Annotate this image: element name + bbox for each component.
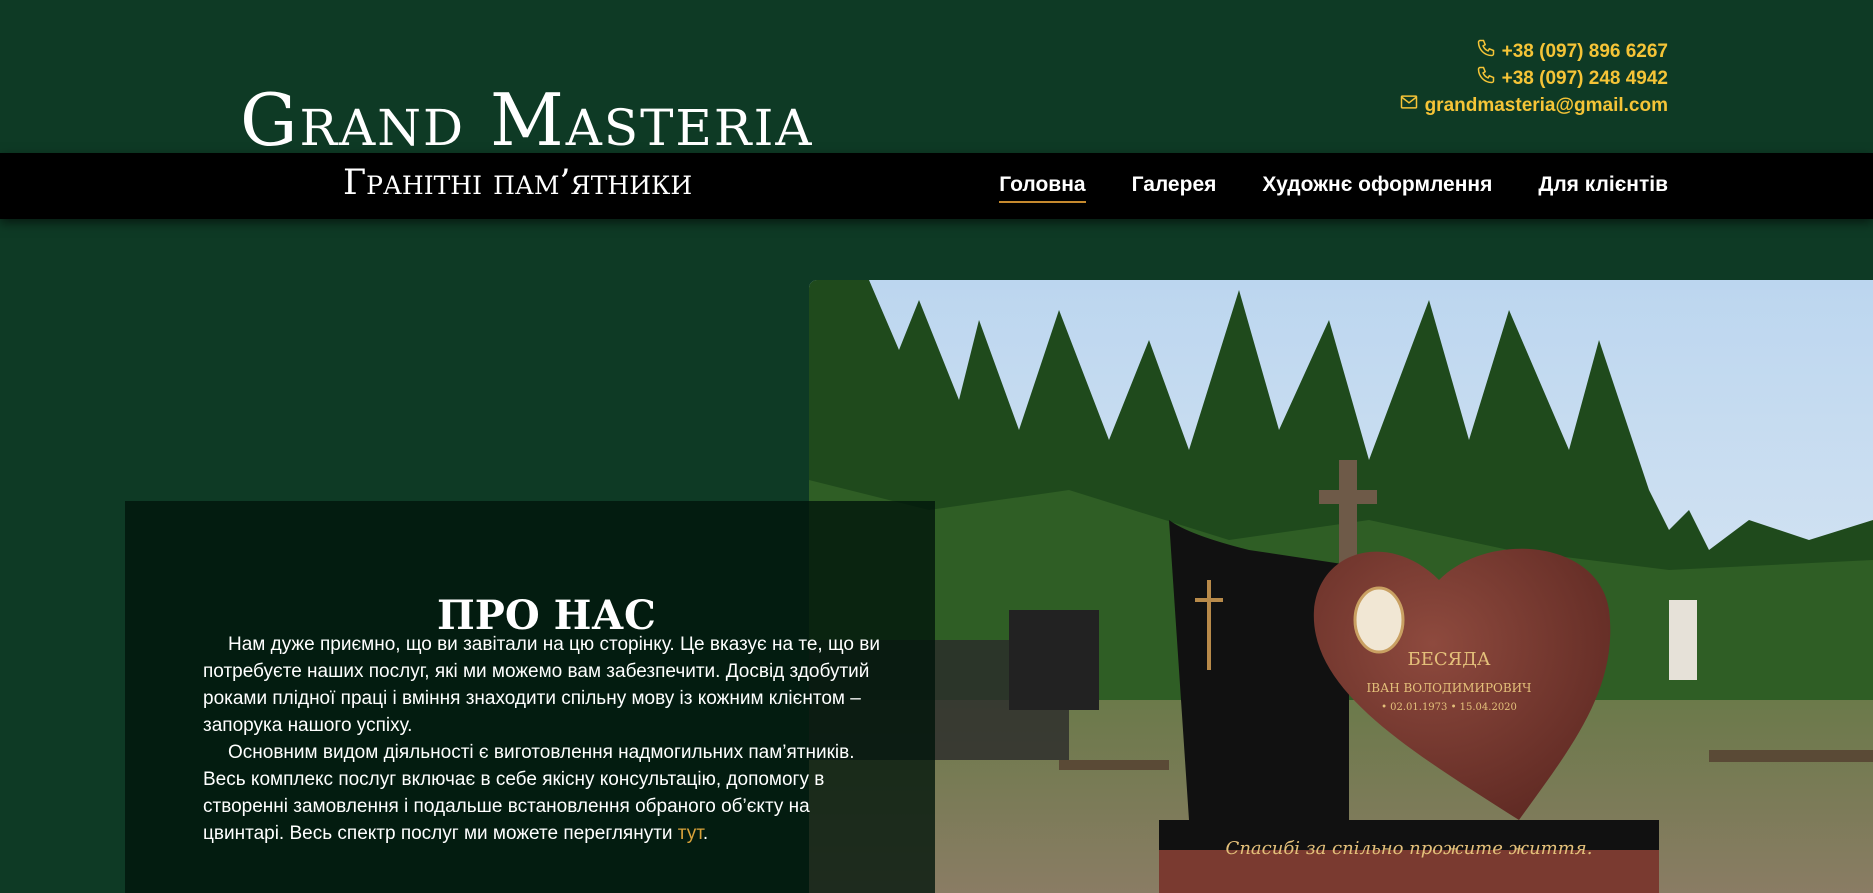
phone-link-2[interactable]: +38 (097) 248 4942 bbox=[1399, 65, 1668, 92]
email-address: grandmasteria@gmail.com bbox=[1424, 95, 1668, 116]
about-section: ПРО НАС Нам дуже приємно, що ви завітали… bbox=[125, 501, 935, 893]
about-paragraph-2-text: Основним видом діяльності є виготовлення… bbox=[203, 742, 855, 844]
nav-artistic-design[interactable]: Художнє оформлення bbox=[1262, 173, 1492, 203]
phone-link-1[interactable]: +38 (097) 896 6267 bbox=[1399, 38, 1668, 65]
email-link[interactable]: grandmasteria@gmail.com bbox=[1399, 92, 1668, 119]
phone-icon bbox=[1476, 65, 1496, 92]
about-paragraph-2-end: . bbox=[702, 823, 709, 844]
about-paragraph-1: Нам дуже приємно, що ви завітали на цю с… bbox=[203, 634, 880, 736]
nav-for-clients[interactable]: Для клієнтів bbox=[1538, 173, 1668, 203]
envelope-icon bbox=[1399, 92, 1419, 119]
monument-inscription: Спасибі за спільно прожите життя. bbox=[1226, 838, 1593, 859]
phone-icon bbox=[1476, 38, 1496, 65]
main-menu: Головна Галерея Художнє оформлення Для к… bbox=[999, 173, 1668, 203]
nav-home[interactable]: Головна bbox=[999, 173, 1086, 203]
site-subtitle: Гранітні пам’ятники bbox=[343, 163, 693, 203]
services-link[interactable]: тут bbox=[678, 823, 703, 844]
about-text: Нам дуже приємно, що ви завітали на цю с… bbox=[203, 631, 893, 847]
site-logo[interactable]: Grand Masteria bbox=[240, 78, 813, 162]
navbar: Гранітні пам’ятники Головна Галерея Худо… bbox=[0, 153, 1873, 219]
nav-gallery[interactable]: Галерея bbox=[1132, 173, 1217, 203]
header-contacts: +38 (097) 896 6267 +38 (097) 248 4942 gr… bbox=[1399, 38, 1668, 119]
monument-dates: • 02.01.1973 • 15.04.2020 bbox=[1381, 702, 1517, 713]
phone-number-1: +38 (097) 896 6267 bbox=[1501, 41, 1668, 62]
hero-photo: БЕСЯДА ІВАН ВОЛОДИМИРОВИЧ • 02.01.1973 •… bbox=[809, 280, 1873, 893]
about-paragraph-2: Основним видом діяльності є виготовлення… bbox=[203, 739, 893, 847]
phone-number-2: +38 (097) 248 4942 bbox=[1501, 68, 1668, 89]
monument-name: ІВАН ВОЛОДИМИРОВИЧ bbox=[1367, 681, 1532, 695]
monument-surname: БЕСЯДА bbox=[1408, 649, 1491, 670]
